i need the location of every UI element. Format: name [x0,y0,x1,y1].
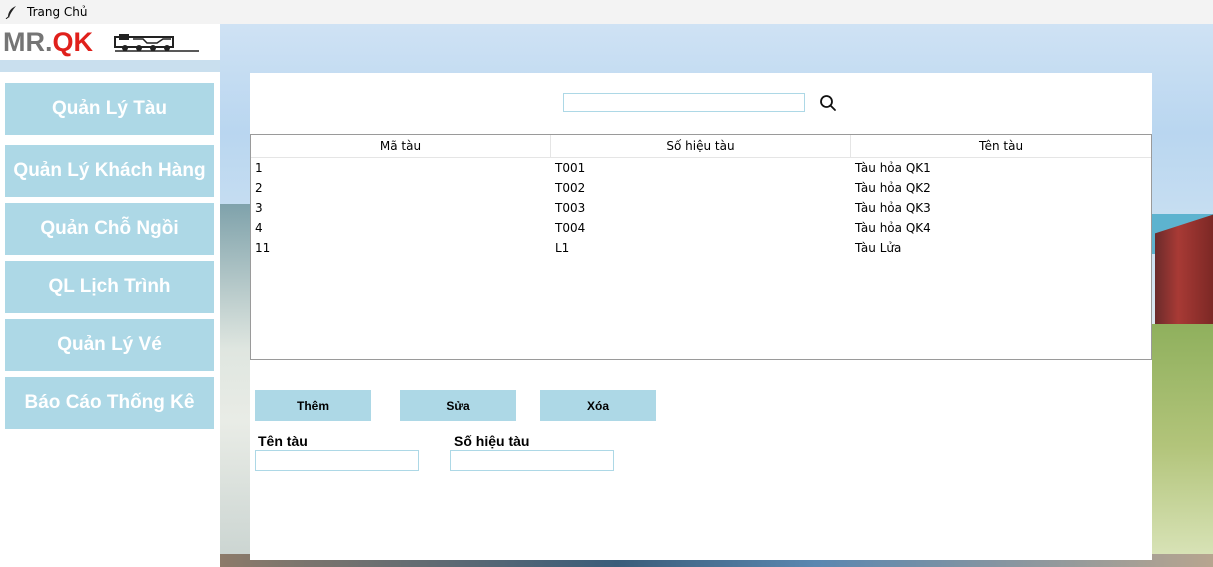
table-cell: 11 [255,241,271,255]
add-button[interactable]: Thêm [255,390,371,421]
train-name-input[interactable] [255,450,419,471]
table-cell: Tàu Lửa [855,241,902,255]
window-titlebar: Trang Chủ [0,0,1213,24]
train-code-input[interactable] [450,450,614,471]
edit-button[interactable]: Sửa [400,390,516,421]
search-input[interactable] [563,93,805,112]
logo-text-qk: QK [52,26,94,57]
table-cell: 4 [255,221,263,235]
table-cell: T004 [555,221,586,235]
sidebar-item-bao-cao-thong-ke[interactable]: Báo Cáo Thống Kê [5,377,214,429]
sidebar-item-quan-ly-khach-hang[interactable]: Quản Lý Khách Hàng [5,145,214,197]
table-cell: Tàu hỏa QK1 [855,161,931,175]
main-panel: Mã tàu Số hiệu tàu Tên tàu 1 T001 Tàu hỏ… [250,73,1152,560]
sidebar: MR. QK Quản Lý Tàu Quản Lý Khách Hàng Qu… [0,24,220,567]
table-cell: T002 [555,181,586,195]
table-cell: Tàu hỏa QK2 [855,181,931,195]
train-table[interactable]: Mã tàu Số hiệu tàu Tên tàu 1 T001 Tàu hỏ… [250,134,1152,360]
table-row[interactable]: 11 L1 Tàu Lửa [251,238,1151,258]
logo-text-mr: MR. [3,26,53,57]
table-cell: T003 [555,201,586,215]
table-cell: L1 [555,241,570,255]
table-row[interactable]: 2 T002 Tàu hỏa QK2 [251,178,1151,198]
column-header-ma-tau[interactable]: Mã tàu [251,135,551,157]
table-cell: 2 [255,181,263,195]
sidebar-item-ql-lich-trinh[interactable]: QL Lịch Trình [5,261,214,313]
table-cell: T001 [555,161,586,175]
table-row[interactable]: 4 T004 Tàu hỏa QK4 [251,218,1151,238]
train-logo-icon [114,34,199,52]
column-header-ten-tau[interactable]: Tên tàu [851,135,1151,157]
sidebar-item-quan-ly-tau[interactable]: Quản Lý Tàu [5,83,214,135]
background-grass [1150,324,1213,567]
table-header: Mã tàu Số hiệu tàu Tên tàu [251,135,1151,158]
search-icon [820,95,836,111]
delete-button[interactable]: Xóa [540,390,656,421]
sidebar-item-quan-ly-ve[interactable]: Quản Lý Vé [5,319,214,371]
train-name-label: Tên tàu [258,433,308,449]
table-cell: Tàu hỏa QK4 [855,221,931,235]
table-row[interactable]: 3 T003 Tàu hỏa QK3 [251,198,1151,218]
table-cell: 1 [255,161,263,175]
window-title: Trang Chủ [27,5,88,19]
brand-logo: MR. QK [0,24,220,60]
table-cell: 3 [255,201,263,215]
train-code-label: Số hiệu tàu [454,433,530,449]
table-cell: Tàu hỏa QK3 [855,201,931,215]
feather-icon [5,6,16,19]
table-row[interactable]: 1 T001 Tàu hỏa QK1 [251,158,1151,178]
sidebar-header-stripe [0,60,220,72]
background-shore [220,204,250,567]
search-button[interactable] [817,92,839,114]
column-header-so-hieu-tau[interactable]: Số hiệu tàu [551,135,851,157]
sidebar-item-quan-cho-ngoi[interactable]: Quản Chỗ Ngồi [5,203,214,255]
